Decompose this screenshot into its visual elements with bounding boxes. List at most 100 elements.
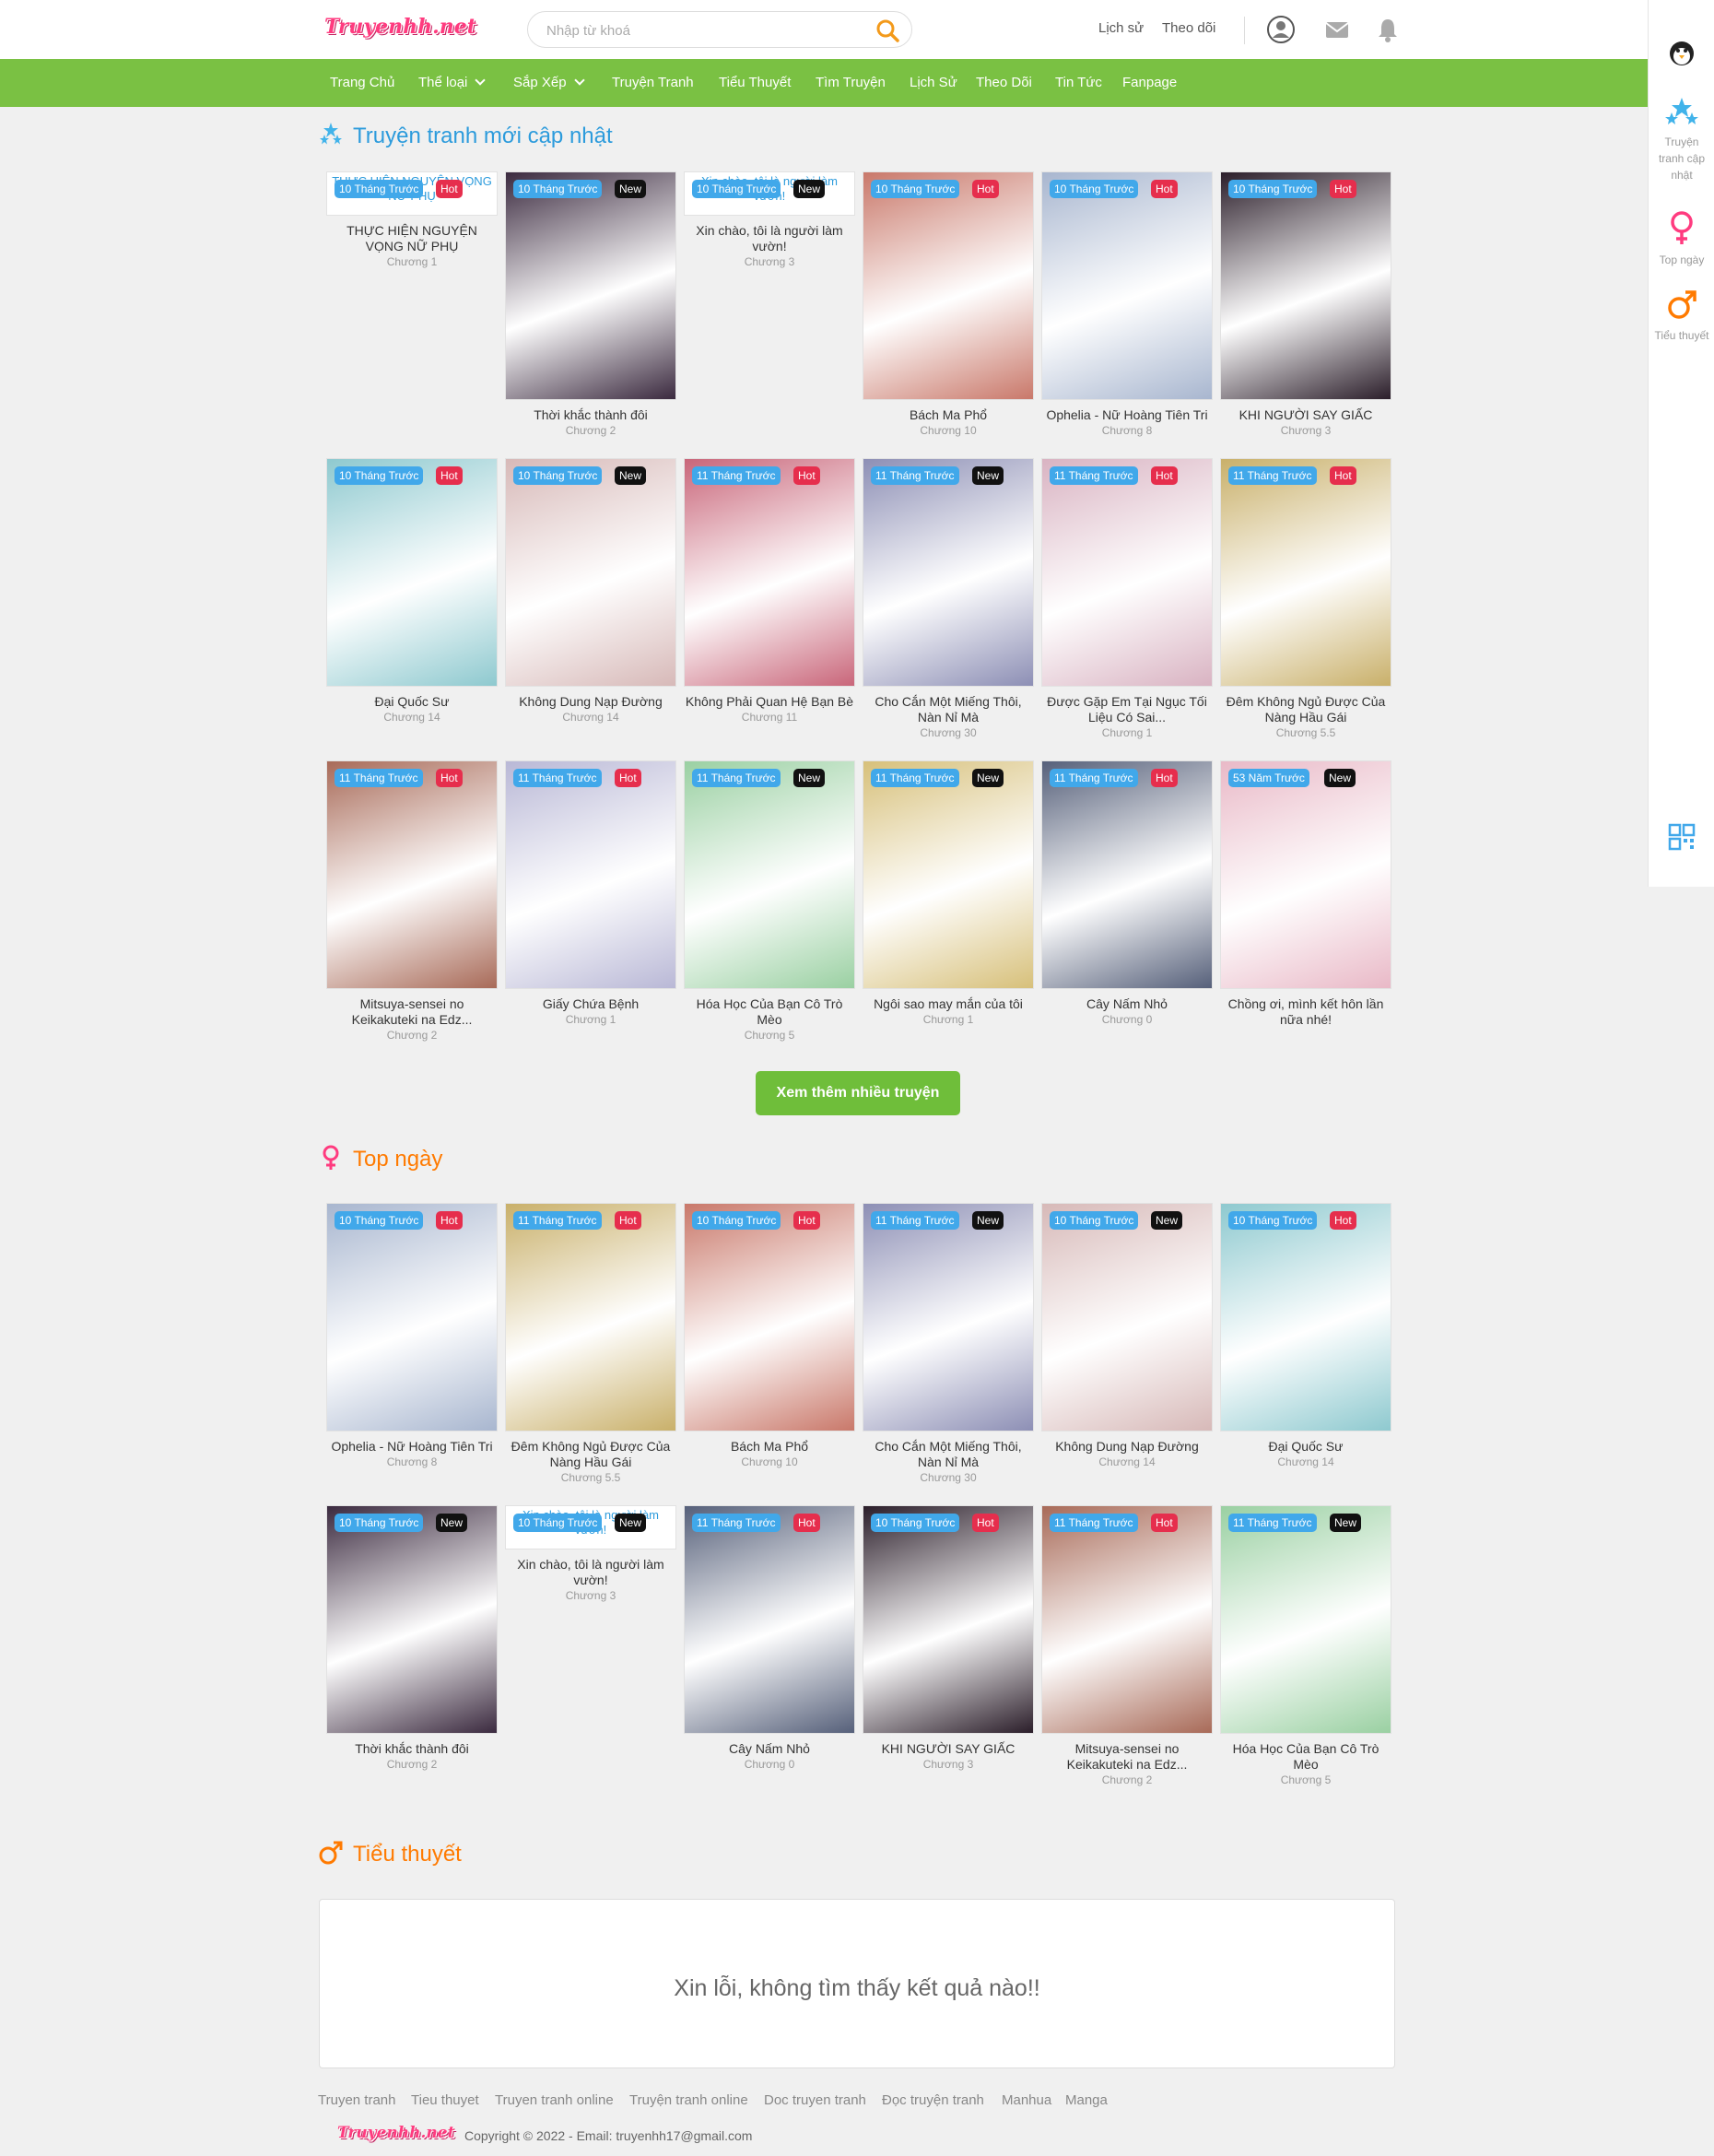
comic-title[interactable]: Mitsuya-sensei no Keikakuteki na Edz... xyxy=(326,996,498,1028)
nav-comics[interactable]: Truyện Tranh xyxy=(612,75,694,90)
comic-title[interactable]: Đêm Không Ngủ Được Của Nàng Hầu Gái xyxy=(1220,694,1391,725)
comic-chapter[interactable]: Chương 8 xyxy=(326,1455,498,1468)
comic-card[interactable]: 11 Tháng Trước Hot Được Gặp Em Tại Ngục Tố… xyxy=(1041,458,1213,753)
comic-cover[interactable]: 10 Tháng Trước Hot xyxy=(1041,171,1213,400)
comic-card[interactable]: 11 Tháng Trước Hot Mitsuya-sensei no Keika… xyxy=(326,760,498,1055)
nav-fanpage[interactable]: Fanpage xyxy=(1122,75,1177,90)
comic-cover[interactable]: 11 Tháng Trước Hot xyxy=(1220,458,1391,687)
comic-card[interactable]: 53 Năm Trước New Chồng ơi, mình kết hôn lầ… xyxy=(1220,760,1391,1055)
comic-title[interactable]: Không Dung Nạp Đường xyxy=(505,694,676,710)
comic-card[interactable]: 10 Tháng Trước Hot Ophelia - Nữ Hoàng Tiên… xyxy=(1041,171,1213,439)
comic-cover[interactable]: 10 Tháng Trước New xyxy=(1041,1203,1213,1431)
footer-link[interactable]: Truyen tranh online xyxy=(495,2092,614,2108)
comic-cover[interactable]: 10 Tháng Trước Hot xyxy=(1220,171,1391,400)
comic-cover[interactable]: 10 Tháng Trước Hot xyxy=(863,171,1034,400)
load-more-button[interactable]: Xem thêm nhiều truyện xyxy=(756,1071,960,1115)
comic-title[interactable]: THỰC HIỆN NGUYỆN VỌNG NỮ PHỤ xyxy=(326,223,498,254)
comic-card[interactable]: 10 Tháng Trước Hot Đại Quốc Sư Chương 14 xyxy=(326,458,498,753)
nav-novels[interactable]: Tiểu Thuyết xyxy=(719,75,791,90)
comic-title[interactable]: Bách Ma Phổ xyxy=(863,407,1034,423)
sidebar-item-top-day[interactable]: Top ngày xyxy=(1649,210,1714,268)
nav-news[interactable]: Tin Tức xyxy=(1055,75,1102,90)
comic-chapter[interactable]: Chương 2 xyxy=(326,1758,498,1771)
comic-card[interactable]: 10 Tháng Trước New Không Dung Nạp Đường Chư… xyxy=(505,458,676,753)
comic-title[interactable]: Thời khắc thành đôi xyxy=(505,407,676,423)
bell-icon[interactable] xyxy=(1373,15,1403,44)
comic-chapter[interactable]: Chương 0 xyxy=(1041,1013,1213,1026)
comic-card[interactable]: 10 Tháng Trước Hot KHI NGƯỜI SAY GIẤC Chươn… xyxy=(1220,171,1391,439)
sidebar-item-novels[interactable]: Tiểu thuyết xyxy=(1649,288,1714,344)
comic-cover[interactable]: 11 Tháng Trước Hot xyxy=(1041,1505,1213,1734)
comic-title[interactable]: Đại Quốc Sư xyxy=(1220,1439,1391,1455)
comic-chapter[interactable]: Chương 3 xyxy=(1220,424,1391,437)
comic-title[interactable]: Cho Cắn Một Miếng Thôi, Nàn Nỉ Mà xyxy=(863,1439,1034,1470)
comic-chapter[interactable]: Chương 10 xyxy=(863,424,1034,437)
comic-cover[interactable]: 10 Tháng Trước New xyxy=(505,171,676,400)
search-icon[interactable] xyxy=(875,18,900,43)
comic-chapter[interactable]: Chương 5.5 xyxy=(505,1471,676,1484)
comic-chapter[interactable]: Chương 3 xyxy=(863,1758,1034,1771)
comic-chapter[interactable]: Chương 14 xyxy=(1220,1455,1391,1468)
comic-title[interactable]: Ophelia - Nữ Hoàng Tiên Tri xyxy=(1041,407,1213,423)
comic-cover[interactable]: 11 Tháng Trước Hot xyxy=(505,760,676,989)
comic-chapter[interactable]: Chương 5 xyxy=(684,1029,855,1042)
comic-title[interactable]: KHI NGƯỜI SAY GIẤC xyxy=(863,1741,1034,1757)
comic-cover[interactable]: 10 Tháng Trước New xyxy=(326,1505,498,1734)
comic-title[interactable]: Xin chào, tôi là người làm vườn! xyxy=(684,223,855,254)
footer-link[interactable]: Đọc truyện tranh xyxy=(882,2092,984,2108)
comic-card[interactable]: 11 Tháng Trước Hot Đêm Không Ngủ Được Của … xyxy=(1220,458,1391,753)
comic-cover[interactable]: 10 Tháng Trước New xyxy=(505,458,676,687)
mail-icon[interactable] xyxy=(1322,15,1352,44)
comic-title[interactable]: Hóa Học Của Bạn Cô Trò Mèo xyxy=(684,996,855,1028)
comic-cover[interactable]: Xin chào, tôi là người làm vườn!10 Tháng… xyxy=(684,171,855,216)
comic-card[interactable]: 10 Tháng Trước Hot Bách Ma Phổ Chương 10 xyxy=(684,1203,855,1498)
comic-title[interactable]: Không Dung Nạp Đường xyxy=(1041,1439,1213,1455)
comic-card[interactable]: 11 Tháng Trước New Hóa Học Của Bạn Cô Trò … xyxy=(684,760,855,1055)
comic-chapter[interactable]: Chương 3 xyxy=(505,1589,676,1602)
comic-title[interactable]: Thời khắc thành đôi xyxy=(326,1741,498,1757)
comic-card[interactable]: 10 Tháng Trước New Thời khắc thành đôi Chươ… xyxy=(326,1505,498,1800)
comic-card[interactable]: Xin chào, tôi là người làm vườn! 10 Tháng… xyxy=(684,171,855,439)
comic-chapter[interactable]: Chương 2 xyxy=(505,424,676,437)
footer-link[interactable]: Truyện tranh online xyxy=(629,2092,748,2108)
comic-chapter[interactable]: Chương 14 xyxy=(326,711,498,724)
comic-chapter[interactable]: Chương 1 xyxy=(863,1013,1034,1026)
sidebar-item-mascot[interactable] xyxy=(1649,37,1714,73)
comic-card[interactable]: 10 Tháng Trước Hot KHI NGƯỜI SAY GIẤC Chươn… xyxy=(863,1505,1034,1800)
comic-cover[interactable]: THỰC HIỆN NGUYỆN VỌNG NỮ PHỤ10 Tháng Trư… xyxy=(326,171,498,216)
comic-card[interactable]: 10 Tháng Trước New Không Dung Nạp Đường Chư… xyxy=(1041,1203,1213,1498)
comic-chapter[interactable]: Chương 10 xyxy=(684,1455,855,1468)
comic-title[interactable]: Không Phải Quan Hệ Bạn Bè xyxy=(684,694,855,710)
comic-title[interactable]: Cây Nấm Nhỏ xyxy=(684,1741,855,1757)
comic-cover[interactable]: 11 Tháng Trước New xyxy=(684,760,855,989)
comic-title[interactable]: Giấy Chứa Bệnh xyxy=(505,996,676,1012)
nav-search[interactable]: Tìm Truyện xyxy=(816,75,886,90)
comic-title[interactable]: Đêm Không Ngủ Được Của Nàng Hầu Gái xyxy=(505,1439,676,1470)
comic-title[interactable]: Đại Quốc Sư xyxy=(326,694,498,710)
comic-chapter[interactable]: Chương 5 xyxy=(1220,1773,1391,1786)
footer-link[interactable]: Doc truyen tranh xyxy=(764,2092,866,2108)
comic-cover[interactable]: 11 Tháng Trước Hot xyxy=(1041,458,1213,687)
comic-chapter[interactable]: Chương 3 xyxy=(684,255,855,268)
comic-card[interactable]: Xin chào, tôi là người làm vườn! 10 Tháng… xyxy=(505,1505,676,1800)
comic-title[interactable]: Chồng ơi, mình kết hôn lần nữa nhé! xyxy=(1220,996,1391,1028)
comic-cover[interactable]: 11 Tháng Trước Hot xyxy=(505,1203,676,1431)
footer-logo[interactable]: Truyenhh.net xyxy=(337,2124,454,2142)
comic-title[interactable]: Ngôi sao may mắn của tôi xyxy=(863,996,1034,1012)
user-icon[interactable] xyxy=(1266,15,1296,44)
comic-cover[interactable]: 10 Tháng Trước Hot xyxy=(326,458,498,687)
footer-link[interactable]: Manhua xyxy=(1002,2092,1051,2108)
nav-sort[interactable]: Sắp Xếp xyxy=(513,75,585,90)
comic-card[interactable]: 11 Tháng Trước Hot Cây Nấm Nhỏ Chương 0 xyxy=(684,1505,855,1800)
search-box[interactable] xyxy=(527,11,912,48)
comic-chapter[interactable]: Chương 30 xyxy=(863,1471,1034,1484)
comic-title[interactable]: Mitsuya-sensei no Keikakuteki na Edz... xyxy=(1041,1741,1213,1773)
comic-card[interactable]: 10 Tháng Trước Hot Ophelia - Nữ Hoàng Tiên… xyxy=(326,1203,498,1498)
history-link[interactable]: Lịch sử xyxy=(1098,20,1144,36)
comic-cover[interactable]: 11 Tháng Trước Hot xyxy=(1041,760,1213,989)
nav-genres[interactable]: Thể loại xyxy=(418,75,487,90)
comic-cover[interactable]: 10 Tháng Trước Hot xyxy=(863,1505,1034,1734)
comic-card[interactable]: 11 Tháng Trước Hot Đêm Không Ngủ Được Của … xyxy=(505,1203,676,1498)
search-input[interactable] xyxy=(546,20,851,41)
footer-link[interactable]: Tieu thuyet xyxy=(411,2092,479,2108)
